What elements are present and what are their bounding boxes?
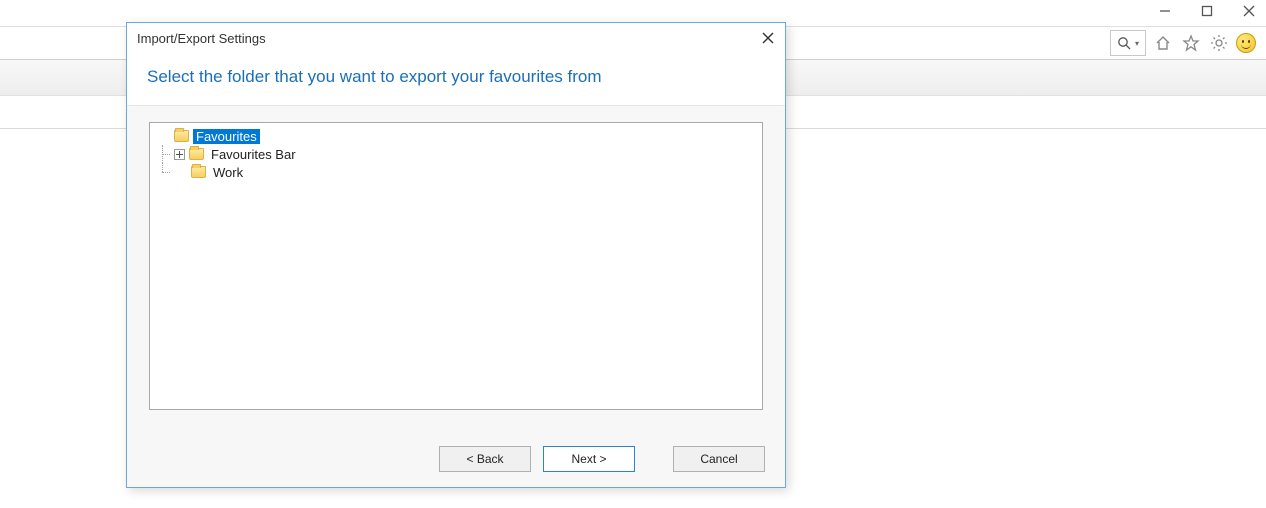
maximize-button[interactable] <box>1200 4 1214 18</box>
tree-node-label: Favourites Bar <box>208 147 299 162</box>
tree-node-favourites-bar[interactable]: Favourites Bar <box>156 145 756 163</box>
search-dropdown-icon[interactable]: ▾ <box>1135 39 1139 48</box>
back-button[interactable]: < Back <box>439 446 531 472</box>
folder-icon <box>174 130 189 142</box>
tree-node-work[interactable]: Work <box>156 163 756 181</box>
favorites-button[interactable] <box>1180 32 1202 54</box>
folder-icon <box>189 148 204 160</box>
feedback-button[interactable] <box>1236 33 1256 53</box>
cancel-button[interactable]: Cancel <box>673 446 765 472</box>
tree-node-label: Work <box>210 165 246 180</box>
expand-toggle[interactable] <box>174 149 185 160</box>
minimize-button[interactable] <box>1158 4 1172 18</box>
settings-button[interactable] <box>1208 32 1230 54</box>
folder-tree[interactable]: Favourites Favourites Bar Work <box>149 122 763 410</box>
tree-node-favourites[interactable]: Favourites <box>156 127 756 145</box>
dialog-title: Import/Export Settings <box>137 31 266 46</box>
folder-icon <box>191 166 206 178</box>
search-box[interactable]: ▾ <box>1110 30 1146 56</box>
tree-node-label: Favourites <box>193 129 260 144</box>
dialog-titlebar[interactable]: Import/Export Settings <box>127 23 785 53</box>
search-icon <box>1117 36 1131 50</box>
dialog-close-button[interactable] <box>761 31 775 45</box>
dialog-header: Select the folder that you want to expor… <box>127 53 785 106</box>
home-button[interactable] <box>1152 32 1174 54</box>
next-button[interactable]: Next > <box>543 446 635 472</box>
import-export-dialog: Import/Export Settings Select the folder… <box>126 22 786 488</box>
window-controls <box>1158 4 1256 18</box>
dialog-body: Favourites Favourites Bar Work <box>127 106 785 431</box>
window-close-button[interactable] <box>1242 4 1256 18</box>
dialog-heading: Select the folder that you want to expor… <box>147 67 765 87</box>
dialog-footer: < Back Next > Cancel <box>127 431 785 487</box>
